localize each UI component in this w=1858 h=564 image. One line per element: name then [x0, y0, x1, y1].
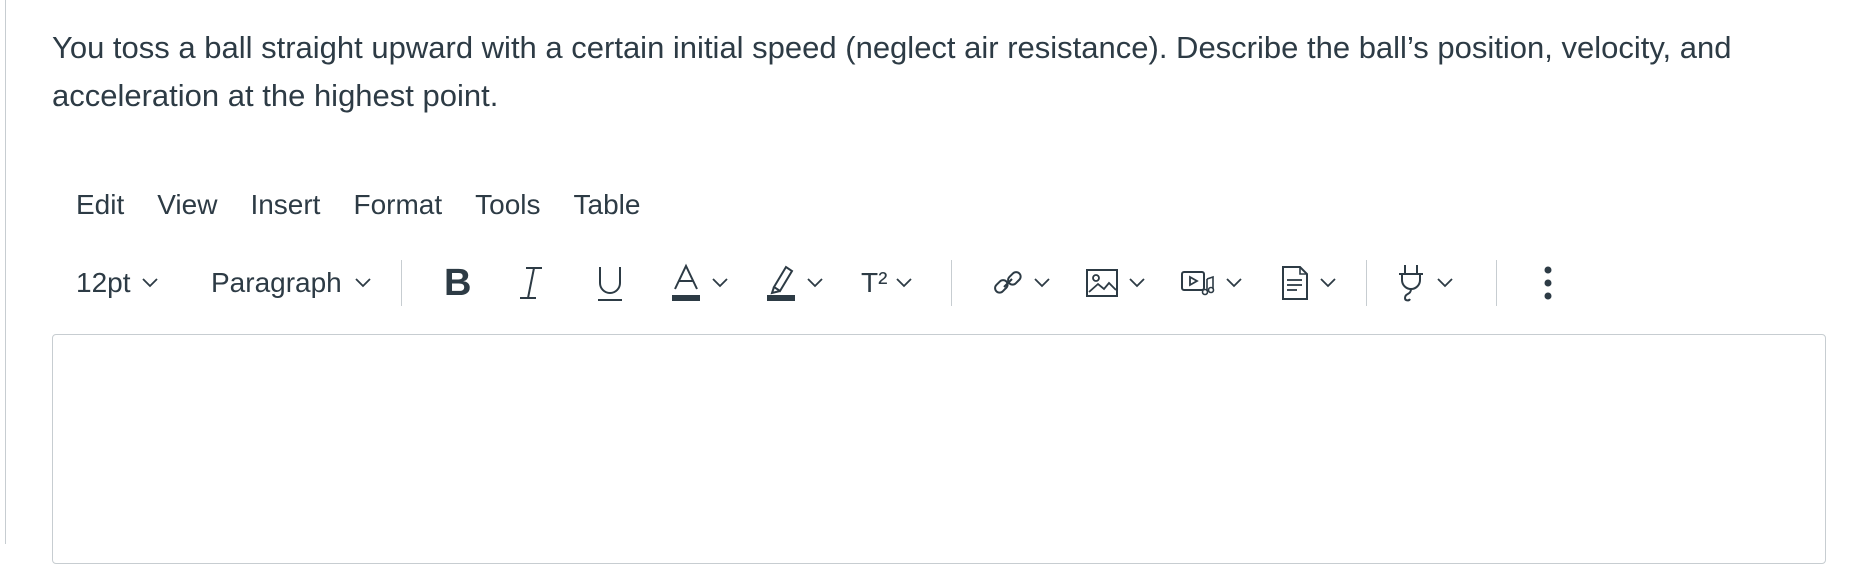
chevron-down-icon [1436, 277, 1454, 289]
media-icon [1181, 269, 1215, 297]
image-button[interactable] [1086, 258, 1146, 308]
menu-view[interactable]: View [157, 185, 217, 225]
text-color-button[interactable] [671, 258, 729, 308]
chevron-down-icon [1033, 277, 1051, 289]
document-button[interactable] [1281, 258, 1337, 308]
block-format-value: Paragraph [211, 267, 342, 298]
chevron-down-icon [141, 277, 159, 289]
italic-button[interactable] [518, 258, 544, 308]
rich-text-editor-area[interactable] [52, 334, 1826, 564]
more-options-button[interactable] [1544, 258, 1552, 308]
link-button[interactable] [991, 258, 1051, 308]
menu-insert[interactable]: Insert [250, 185, 320, 225]
highlight-button[interactable] [766, 258, 824, 308]
menu-edit[interactable]: Edit [76, 185, 124, 225]
document-icon [1281, 266, 1309, 300]
toolbar-separator [1366, 260, 1367, 306]
chevron-down-icon [1319, 277, 1337, 289]
question-frame: You toss a ball straight upward with a c… [5, 0, 1858, 564]
editor-toolbar: 12pt Paragraph B T² [66, 258, 1566, 308]
chevron-down-icon [711, 277, 729, 289]
bold-button[interactable]: B [444, 258, 471, 308]
toolbar-separator [951, 260, 952, 306]
chevron-down-icon [1128, 277, 1146, 289]
menu-tools[interactable]: Tools [475, 185, 540, 225]
chevron-down-icon [1225, 277, 1243, 289]
underline-icon [596, 263, 624, 303]
question-text: You toss a ball straight upward with a c… [52, 30, 1732, 113]
apps-plugin-button[interactable] [1396, 258, 1454, 308]
underline-button[interactable] [596, 258, 624, 308]
menu-table[interactable]: Table [574, 185, 641, 225]
toolbar-separator [1496, 260, 1497, 306]
menu-format[interactable]: Format [353, 185, 442, 225]
chevron-down-icon [806, 277, 824, 289]
toolbar-separator [401, 260, 402, 306]
image-icon [1086, 269, 1118, 297]
more-icon [1544, 265, 1552, 301]
plugin-icon [1396, 263, 1426, 303]
chevron-down-icon [354, 277, 372, 289]
chevron-down-icon [895, 277, 913, 289]
superscript-icon: T² [861, 267, 888, 298]
bold-icon: B [444, 261, 472, 304]
editor-menubar: Edit View Insert Format Tools Table [76, 185, 673, 225]
font-size-dropdown[interactable]: 12pt [76, 258, 159, 308]
text-color-icon [671, 263, 701, 303]
block-format-dropdown[interactable]: Paragraph [211, 258, 372, 308]
superscript-button[interactable]: T² [861, 258, 913, 308]
link-icon [991, 266, 1025, 300]
media-button[interactable] [1181, 258, 1243, 308]
italic-icon [518, 265, 544, 301]
highlight-icon [766, 263, 796, 303]
font-size-value: 12pt [76, 267, 131, 298]
